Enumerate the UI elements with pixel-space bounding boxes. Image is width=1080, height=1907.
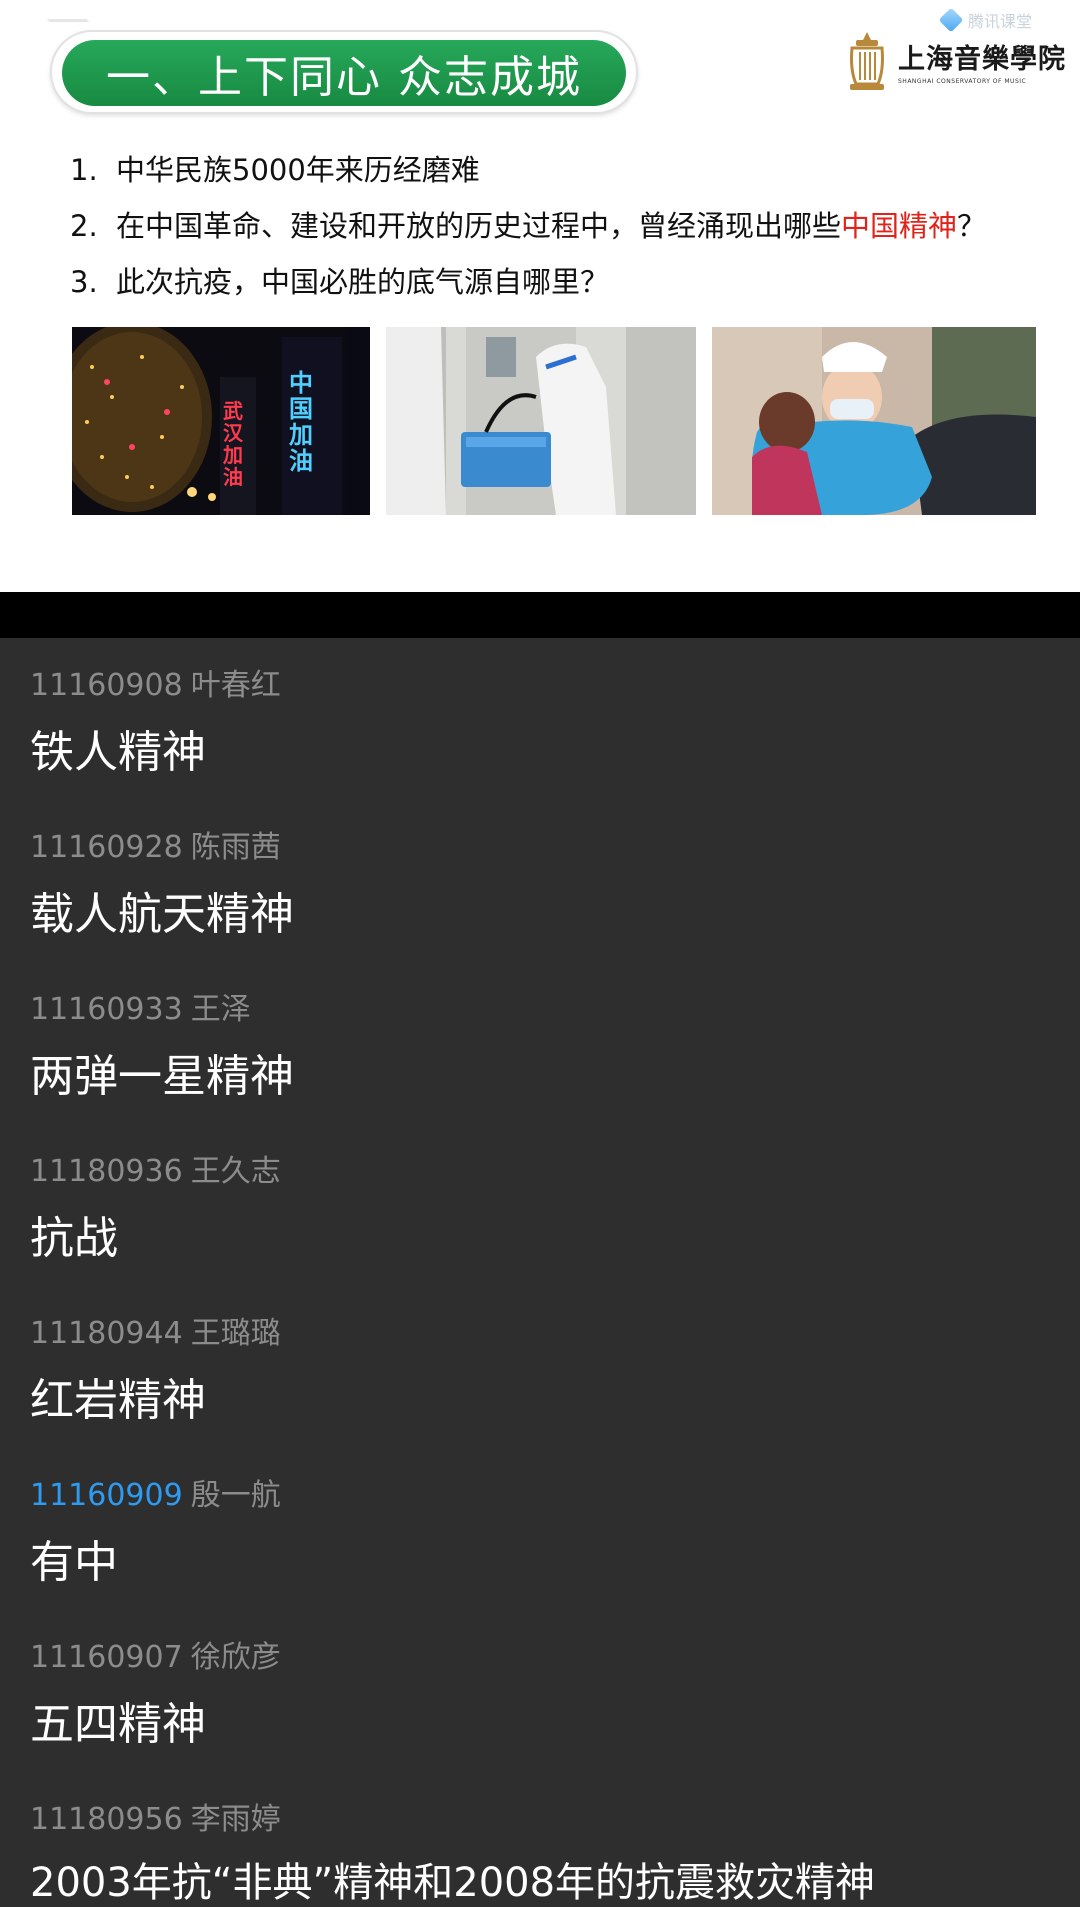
watermark: 腾讯课堂 xyxy=(938,7,1033,33)
chat-message: 11160908 叶春红 铁人精神 xyxy=(30,660,1070,780)
question-item: 3. 此次抗疫，中国必胜的底气源自哪里？ xyxy=(70,254,986,310)
chat-message: 11160933 王泽 两弹一星精神 xyxy=(30,984,1070,1104)
message-sender: 11160907 徐欣彦 xyxy=(30,1632,1070,1676)
school-logo: 上海音樂學院 SHANGHAI CONSERVATORY OF MUSIC xyxy=(846,30,1066,92)
sender-name: 李雨婷 xyxy=(190,1802,281,1837)
question-number: 3. xyxy=(70,265,98,299)
sender-id: 11160907 xyxy=(30,1640,183,1675)
slide-panel: 一、上下同心 众志成城 腾讯课堂 上海音樂學院 SHANGHAI CONSERV… xyxy=(0,0,1080,592)
sender-name: 叶春红 xyxy=(190,668,281,703)
watermark-text: 腾讯课堂 xyxy=(968,12,1033,31)
chat-message: 11160928 陈雨茜 载人航天精神 xyxy=(30,822,1070,942)
message-text: 抗战 xyxy=(30,1213,118,1264)
question-list: 1. 中华民族5000年来历经磨难 2. 在中国革命、建设和开放的历史过程中，曾经涌… xyxy=(70,142,986,310)
question-number: 2. xyxy=(70,209,98,243)
title-banner: 一、上下同心 众志成城 xyxy=(62,40,626,106)
chat-message: 11180944 王璐璐 红岩精神 xyxy=(30,1308,1070,1428)
sender-id: 11160933 xyxy=(30,992,183,1027)
question-text: 此次抗疫，中国必胜的底气源自哪里？ xyxy=(116,265,610,299)
slide-title: 一、上下同心 众志成城 xyxy=(106,52,582,103)
photo-sign-wuhan: 武汉加油 xyxy=(223,399,243,489)
chat-message: 11160907 徐欣彦 五四精神 xyxy=(30,1632,1070,1752)
message-sender: 11160933 王泽 xyxy=(30,984,1070,1028)
message-sender: 11180956 李雨婷 xyxy=(30,1794,1070,1838)
photo-night-buildings xyxy=(72,327,370,515)
question-item: 1. 中华民族5000年来历经磨难 xyxy=(70,142,986,198)
message-sender: 11180936 王久志 xyxy=(30,1146,1070,1190)
question-item: 2. 在中国革命、建设和开放的历史过程中，曾经涌现出哪些中国精神？ xyxy=(70,198,986,254)
photo-nurse-hug xyxy=(712,327,1036,515)
sender-name: 殷一航 xyxy=(190,1478,281,1513)
chat-message: 11160909 殷一航 有中 xyxy=(30,1470,1070,1590)
sender-id: 11180944 xyxy=(30,1316,183,1351)
message-text: 有中 xyxy=(30,1537,118,1588)
screen-separator xyxy=(0,592,1080,638)
slide-corner-decoration xyxy=(30,0,90,22)
message-text: 五四精神 xyxy=(30,1699,206,1750)
sender-id: 11180956 xyxy=(30,1802,183,1837)
school-name-en: SHANGHAI CONSERVATORY OF MUSIC xyxy=(898,78,1027,85)
message-sender: 11160909 殷一航 xyxy=(30,1470,1070,1514)
message-sender: 11160928 陈雨茜 xyxy=(30,822,1070,866)
message-text: 铁人精神 xyxy=(30,727,206,778)
message-sender: 11160908 叶春红 xyxy=(30,660,1070,704)
chat-message-list[interactable]: 11160908 叶春红 铁人精神 11160928 陈雨茜 载人航天精神 1116… xyxy=(0,638,1080,1907)
chat-message: 11180936 王久志 抗战 xyxy=(30,1146,1070,1266)
sender-name: 徐欣彦 xyxy=(190,1640,281,1675)
photo-medical-workers xyxy=(386,327,696,515)
sender-name: 王久志 xyxy=(190,1154,281,1189)
question-text: 在中国革命、建设和开放的历史过程中，曾经涌现出哪些 xyxy=(116,209,842,243)
school-name-cn: 上海音樂學院 xyxy=(898,44,1066,75)
sender-id: 11160908 xyxy=(30,668,183,703)
message-sender: 11180944 王璐璐 xyxy=(30,1308,1070,1352)
sender-name: 王泽 xyxy=(190,992,251,1027)
question-suffix: ？ xyxy=(957,209,987,243)
sender-name: 陈雨茜 xyxy=(190,830,281,865)
tencent-classroom-icon xyxy=(938,7,964,33)
chat-message: 11180956 李雨婷 2003年抗“非典”精神和2008年的抗震救灾精神 xyxy=(30,1794,1070,1907)
message-text: 两弹一星精神 xyxy=(30,1051,294,1102)
photo-sign-china: 中国加油 xyxy=(289,369,313,475)
conservatory-emblem-icon xyxy=(850,32,884,90)
message-text: 红岩精神 xyxy=(30,1375,206,1426)
question-text: 中华民族5000年来历经磨难 xyxy=(116,153,480,187)
question-highlight: 中国精神 xyxy=(841,209,958,243)
sender-name: 王璐璐 xyxy=(190,1316,281,1351)
sender-id: 11160928 xyxy=(30,830,183,865)
sender-id: 11160909 xyxy=(30,1478,183,1513)
message-text: 2003年抗“非典”精神和2008年的抗震救灾精神 xyxy=(30,1860,876,1906)
question-number: 1. xyxy=(70,153,98,187)
sender-id: 11180936 xyxy=(30,1154,183,1189)
message-text: 载人航天精神 xyxy=(30,889,294,940)
